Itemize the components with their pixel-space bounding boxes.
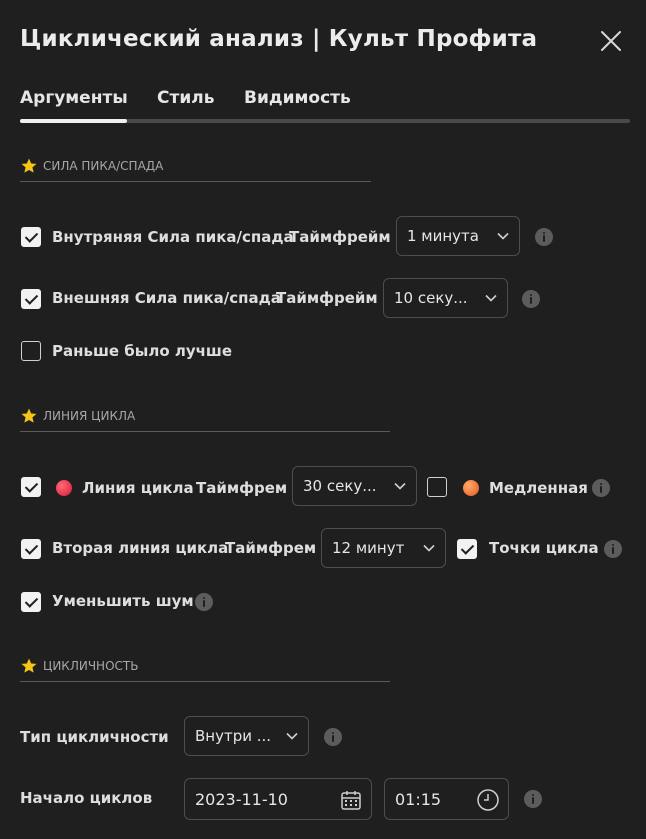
section-title: Линия цикла (43, 409, 136, 423)
section-divider (20, 431, 390, 432)
cycle-line-checkbox[interactable] (21, 477, 41, 497)
info-icon[interactable] (592, 479, 610, 497)
earlier-better-checkbox[interactable] (21, 341, 41, 361)
tab-active-indicator (20, 119, 127, 123)
outer-timeframe-select[interactable]: 10 секу... (383, 278, 508, 318)
section-divider (20, 181, 371, 182)
info-icon[interactable] (524, 790, 542, 808)
outer-peak-label: Внешняя Сила пика/спада (52, 289, 281, 307)
second-cycle-line-timeframe-select[interactable]: 12 минут (321, 528, 446, 568)
second-cycle-line-label: Вторая линия цикла (52, 539, 229, 557)
section-title: Сила пика/спада (43, 159, 164, 173)
time-value: 01:15 (395, 790, 442, 809)
reduce-noise-checkbox[interactable] (21, 592, 41, 612)
info-icon[interactable] (604, 540, 622, 558)
cycle-line-label: Линия цикла (82, 479, 194, 497)
cycle-line-timeframe-select[interactable]: 30 секу... (292, 466, 417, 506)
chevron-down-icon (423, 544, 435, 552)
inner-timeframe-select[interactable]: 1 минута (396, 216, 520, 256)
slow-label: Медленная (489, 479, 588, 497)
reduce-noise-label: Уменьшить шум (52, 592, 194, 610)
tab-arguments[interactable]: Аргументы (20, 88, 128, 108)
calendar-icon[interactable] (340, 789, 362, 811)
chevron-down-icon (497, 232, 509, 240)
cycle-points-checkbox[interactable] (457, 539, 477, 559)
cycles-start-label: Начало циклов (20, 789, 153, 807)
tab-visibility[interactable]: Видимость (244, 88, 351, 108)
cyclicity-type-select[interactable]: Внутри ... (184, 716, 309, 756)
outer-timeframe-label: Таймфрейм (276, 289, 378, 307)
cycle-line-timeframe-label: Таймфрем (196, 479, 288, 497)
select-value: Внутри ... (195, 727, 272, 745)
select-value: 1 минута (407, 227, 479, 245)
info-icon[interactable] (195, 593, 213, 611)
inner-timeframe-label: Таймфрейм (289, 228, 391, 246)
tab-style[interactable]: Стиль (157, 88, 214, 108)
star-icon (21, 158, 37, 173)
outer-peak-checkbox[interactable] (21, 289, 41, 309)
start-date-field[interactable]: 2023-11-10 (184, 778, 372, 820)
second-cycle-line-timeframe-label: Таймфрем (225, 539, 317, 557)
start-time-field[interactable]: 01:15 (384, 778, 509, 820)
chevron-down-icon (394, 482, 406, 490)
slow-checkbox[interactable] (427, 477, 447, 497)
info-icon[interactable] (522, 290, 540, 308)
cycle-points-label: Точки цикла (489, 539, 599, 557)
date-value: 2023-11-10 (195, 790, 288, 809)
inner-peak-checkbox[interactable] (21, 227, 41, 247)
star-icon (21, 658, 37, 673)
earlier-better-label: Раньше было лучше (52, 342, 233, 360)
info-icon[interactable] (535, 228, 553, 246)
info-icon[interactable] (324, 728, 342, 746)
inner-peak-label: Внутряняя Сила пика/спада (52, 228, 294, 246)
section-divider (20, 681, 390, 682)
select-value: 30 секу... (303, 477, 377, 495)
star-icon (21, 408, 37, 423)
cyclicity-type-label: Тип цикличности (20, 728, 169, 746)
chevron-down-icon (485, 294, 497, 302)
chevron-down-icon (286, 732, 298, 740)
dialog-title: Циклический анализ | Культ Профита (20, 26, 538, 52)
second-cycle-line-checkbox[interactable] (21, 539, 41, 559)
select-value: 10 секу... (394, 289, 468, 307)
select-value: 12 минут (332, 539, 405, 557)
color-swatch[interactable] (463, 480, 479, 496)
close-icon[interactable] (598, 28, 624, 54)
color-swatch[interactable] (56, 480, 72, 496)
clock-icon[interactable] (476, 788, 500, 812)
section-title: Цикличность (43, 659, 139, 673)
